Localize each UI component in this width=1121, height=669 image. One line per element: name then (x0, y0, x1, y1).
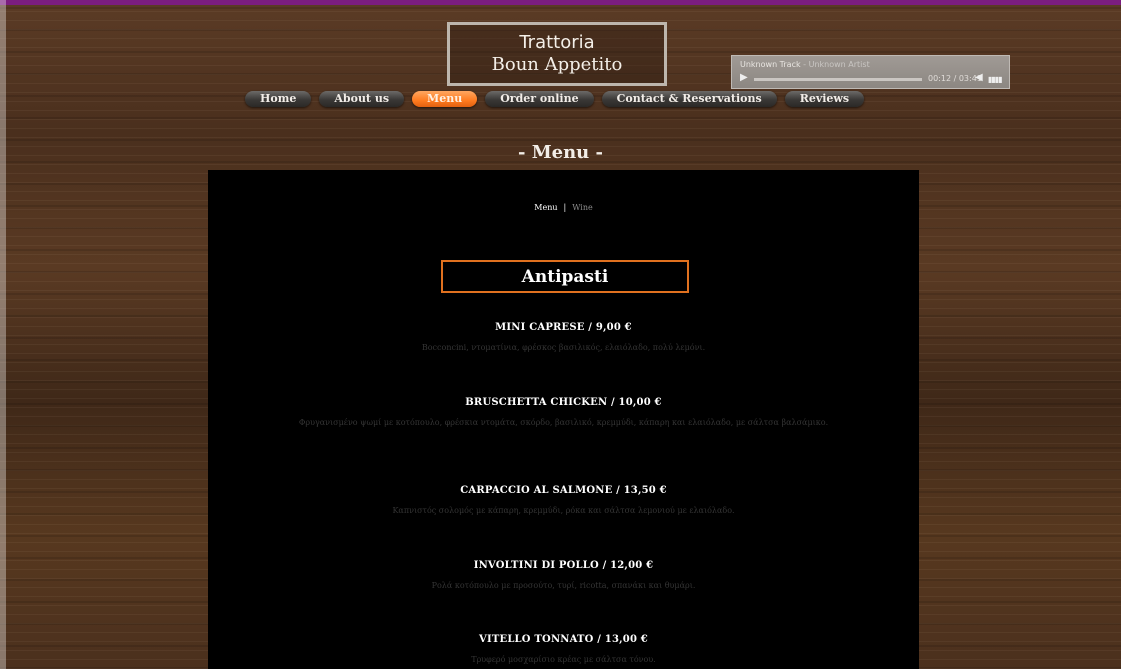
player-track-artist: - Unknown Artist (800, 60, 870, 69)
music-player: Unknown Track - Unknown Artist ▶ 00:12 /… (731, 55, 1010, 89)
nav-home[interactable]: Home (245, 91, 312, 107)
player-progress-bar[interactable] (754, 78, 922, 81)
player-track-info: Unknown Track - Unknown Artist (740, 60, 870, 69)
logo-line1: Trattoria (519, 32, 595, 53)
menu-item-description: Φρυγανισμένο ψωμί με κοτόπουλο, φρέσκια … (298, 418, 829, 427)
nav-contact-reservations[interactable]: Contact & Reservations (601, 91, 777, 107)
menu-item-description: Καπνιστός σολομός με κάπαρη, κρεμμύδι, ρ… (392, 506, 735, 515)
menu-item-name: INVOLTINI DI POLLO / 12,00 € (473, 560, 654, 571)
menu-item-name: BRUSCHETTA CHICKEN / 10,00 € (465, 397, 662, 408)
menu-item-description: Τρυφερό μοσχαρίσιο κρέας με σάλτσα τόνου… (471, 655, 656, 664)
window-top-border (0, 0, 1121, 5)
category-title: Antipasti (521, 266, 609, 287)
play-icon[interactable]: ▶ (740, 72, 748, 83)
player-time: 00:12 / 03:41 (928, 74, 982, 83)
menu-item-name: VITELLO TONNATO / 13,00 € (479, 634, 648, 645)
menu-panel: Menu | Wine Antipasti MINI CAPRESE / 9,00 … (208, 170, 919, 669)
menu-item: BRUSCHETTA CHICKEN / 10,00 € Φρυγανισμέν… (208, 397, 919, 429)
submenu: Menu | Wine (208, 203, 919, 212)
nav-order-online[interactable]: Order online (485, 91, 594, 107)
menu-item-description: Bocconcini, ντοματίνια, φρέσκος βασιλικό… (421, 343, 706, 352)
menu-item: INVOLTINI DI POLLO / 12,00 € Ρολά κοτόπο… (208, 560, 919, 592)
volume-slider[interactable]: ▮▮▮▮ (988, 75, 1003, 84)
window-left-edge (0, 0, 6, 669)
submenu-wine-link[interactable]: Wine (572, 203, 593, 212)
nav-menu[interactable]: Menu (412, 91, 478, 107)
nav-reviews[interactable]: Reviews (784, 91, 865, 107)
player-track-title: Unknown Track (740, 60, 801, 69)
submenu-separator: | (563, 203, 567, 212)
volume-icon[interactable]: ◀ (975, 72, 983, 83)
menu-item: MINI CAPRESE / 9,00 € Bocconcini, ντοματ… (208, 322, 919, 354)
logo-line2: Boun Appetito (491, 54, 623, 75)
site-logo[interactable]: Trattoria Boun Appetito (447, 22, 667, 86)
submenu-menu-link[interactable]: Menu (534, 203, 557, 212)
menu-item: VITELLO TONNATO / 13,00 € Τρυφερό μοσχαρ… (208, 634, 919, 666)
menu-item-name: CARPACCIO AL SALMONE / 13,50 € (460, 485, 667, 496)
category-heading: Antipasti (441, 260, 689, 293)
menu-item-name: MINI CAPRESE / 9,00 € (495, 322, 632, 333)
menu-item-description: Ρολά κοτόπουλο με προσούτο, τυρί, ricott… (431, 581, 696, 590)
page-title: - Menu - (517, 142, 604, 163)
nav-about-us[interactable]: About us (319, 91, 405, 107)
main-nav: Home About us Menu Order online Contact … (245, 91, 865, 107)
menu-item: CARPACCIO AL SALMONE / 13,50 € Καπνιστός… (208, 485, 919, 517)
